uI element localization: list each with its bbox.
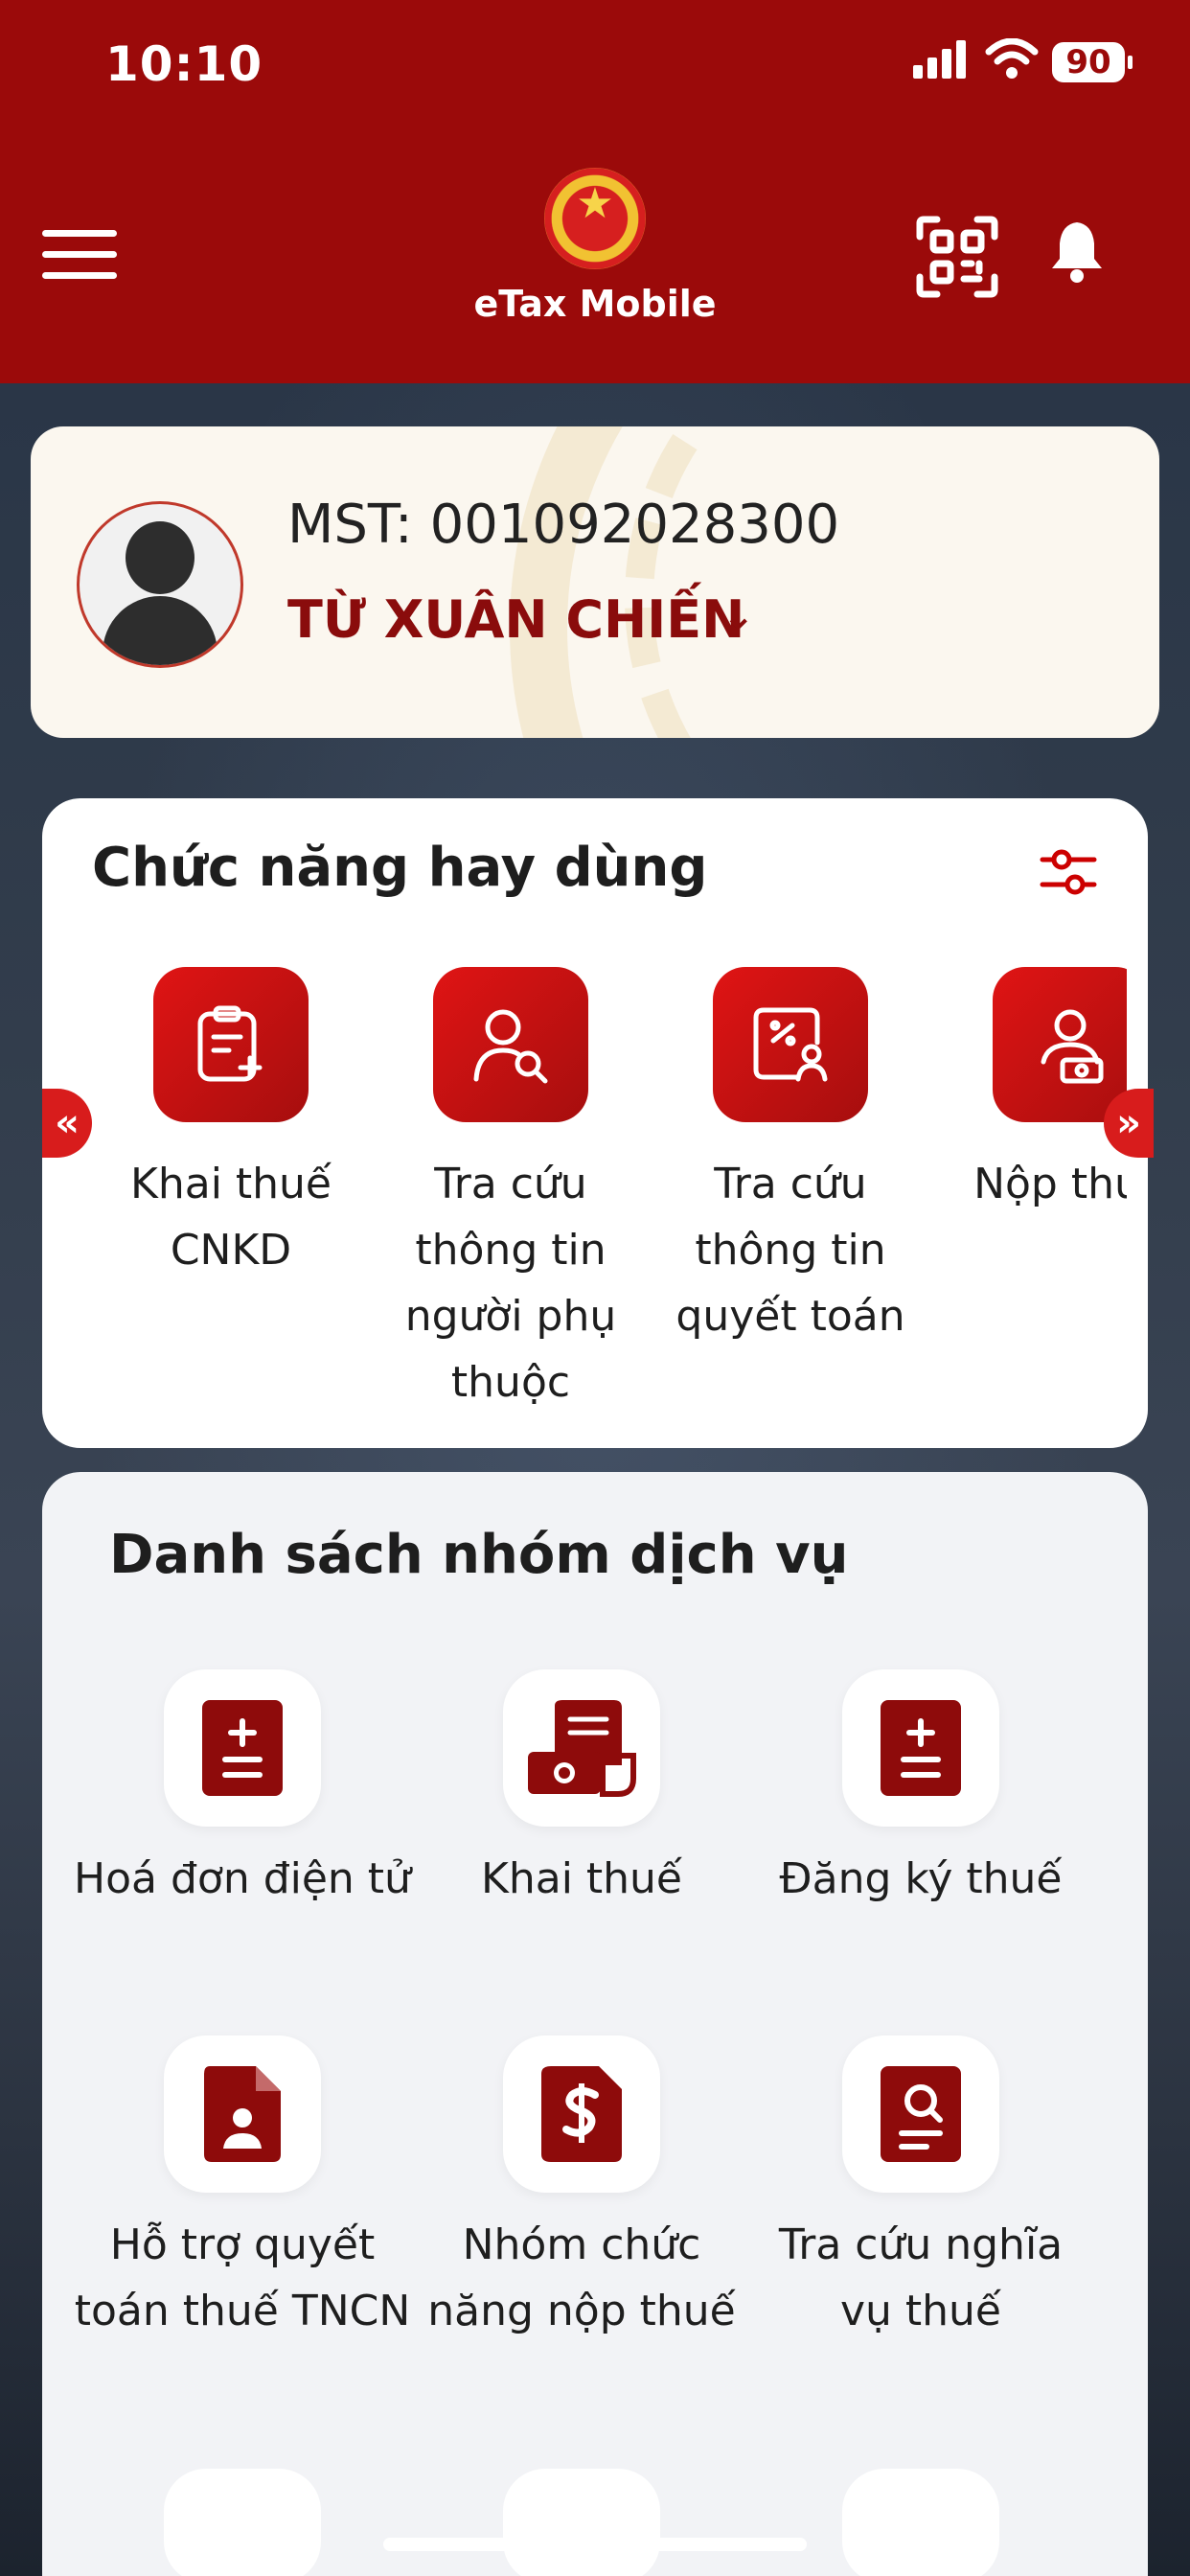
service-groups-card: Danh sách nhóm dịch vụ Hoá đơn điện tử K…: [42, 1472, 1148, 2576]
favorite-item[interactable]: Nộp thuế: [950, 967, 1127, 1217]
favorite-functions-card: Chức năng hay dùng Khai thuế CNKD Tra cứ…: [42, 798, 1148, 1448]
service-label: Hoá đơn điện tử: [74, 1854, 411, 1903]
favorites-title: Chức năng hay dùng: [92, 837, 708, 899]
favorite-item[interactable]: Khai thuế CNKD: [105, 967, 356, 1283]
service-label: Nhóm chức năng nộp thuế: [427, 2220, 736, 2335]
battery-indicator: 90: [1052, 42, 1133, 82]
tax-id-label: MST: 001092028300: [287, 494, 840, 556]
menu-icon[interactable]: [42, 230, 117, 280]
favorite-item[interactable]: Tra cứu thông tin người phụ thuộc: [385, 967, 636, 1415]
service-tile-partial[interactable]: [503, 2469, 660, 2576]
service-label: Tra cứu nghĩa vụ thuế: [778, 2220, 1064, 2335]
service-label: Đăng ký thuế: [779, 1854, 1063, 1903]
service-item[interactable]: Hỗ trợ quyết toán thuế TNCN: [73, 2036, 412, 2344]
service-label: Khai thuế: [480, 1854, 682, 1903]
service-tile-partial[interactable]: [842, 2469, 999, 2576]
clipboard-plus-icon: [153, 967, 309, 1122]
favorite-label: Nộp thuế: [973, 1160, 1127, 1208]
user-money-icon: [993, 967, 1127, 1122]
service-item[interactable]: Tra cứu nghĩa vụ thuế: [751, 2036, 1090, 2344]
app-header: eTax Mobile: [0, 134, 1190, 383]
invoice-plus-minus-icon: [164, 1669, 321, 1827]
qr-scan-icon[interactable]: [916, 216, 998, 298]
service-tile-partial[interactable]: [164, 2469, 321, 2576]
service-item[interactable]: Khai thuế: [412, 1669, 751, 1912]
user-search-icon: [433, 967, 588, 1122]
chevron-double-down-icon[interactable]: ⌄: [722, 594, 755, 638]
status-time: 10:10: [105, 36, 263, 92]
service-item[interactable]: Hoá đơn điện tử: [73, 1669, 412, 1912]
user-name: TỪ XUÂN CHIẾN: [287, 589, 745, 650]
avatar: [77, 501, 243, 668]
tax-emblem-logo: [544, 168, 646, 269]
tax-declaration-money-icon: [503, 1669, 660, 1827]
signal-icon: [913, 40, 966, 79]
search-document-icon: [842, 2036, 999, 2193]
service-item[interactable]: Đăng ký thuế: [751, 1669, 1090, 1912]
favorite-item[interactable]: Tra cứu thông tin quyết toán: [665, 967, 916, 1349]
tax-payment-icon: [503, 2036, 660, 2193]
profile-card[interactable]: MST: 001092028300 TỪ XUÂN CHIẾN ⌄: [31, 426, 1159, 738]
tax-registration-icon: [842, 1669, 999, 1827]
drum-pattern-decoration: [625, 426, 1159, 738]
notification-bell-icon[interactable]: [1048, 218, 1106, 286]
service-label: Hỗ trợ quyết toán thuế TNCN: [74, 2220, 411, 2335]
favorite-item-clipped[interactable]: Nộp thuế: [950, 798, 1127, 1448]
personal-document-icon: [164, 2036, 321, 2193]
status-bar: 10:10 90: [0, 0, 1190, 134]
app-title: eTax Mobile: [473, 283, 717, 325]
service-item[interactable]: Nhóm chức năng nộp thuế: [412, 2036, 751, 2344]
home-indicator[interactable]: [383, 2538, 807, 2551]
services-title: Danh sách nhóm dịch vụ: [109, 1524, 849, 1586]
favorite-label: Tra cứu thông tin quyết toán: [675, 1160, 905, 1341]
favorite-label: Tra cứu thông tin người phụ thuộc: [404, 1160, 617, 1407]
favorite-label: Khai thuế CNKD: [129, 1160, 332, 1275]
wifi-icon: [985, 38, 1039, 79]
receipt-user-icon: [713, 967, 868, 1122]
